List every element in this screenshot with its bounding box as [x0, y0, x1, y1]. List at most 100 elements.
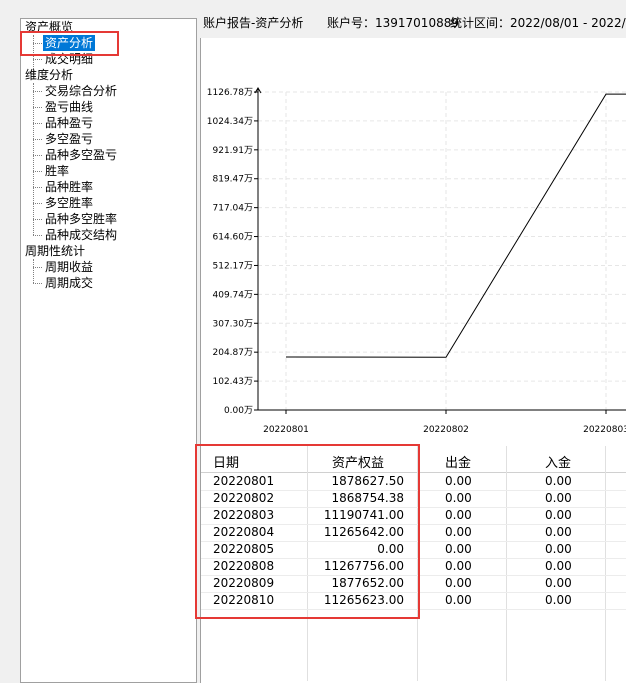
table-row[interactable]: 20220804 11265642.00 0.00 0.00 [201, 524, 626, 541]
cell-equity: 11267756.00 [323, 559, 404, 573]
cell-withdrawal: 0.00 [445, 525, 472, 539]
tree-connector [33, 107, 42, 108]
cell-equity: 11265642.00 [323, 525, 404, 539]
equity-line-chart: 0.00万 102.43万 204.87万 307.30万 409.74万 512.17万… [207, 87, 626, 435]
y-tick-label: 1126.78万 [207, 88, 253, 98]
tree-connector [33, 123, 42, 124]
tree-node-periodic-trades[interactable]: 周期成交 [45, 275, 93, 291]
cell-withdrawal: 0.00 [445, 474, 472, 488]
cell-withdrawal: 0.00 [445, 576, 472, 590]
cell-deposit: 0.00 [545, 491, 572, 505]
tree-node-periodic-stats[interactable]: 周期性统计 [25, 243, 85, 259]
cell-date: 20220801 [213, 474, 275, 488]
x-tick-label: 20220801 [263, 425, 309, 435]
tree-connector [33, 83, 34, 235]
y-tick-label: 614.60万 [213, 233, 254, 243]
cell-date: 20220805 [213, 542, 275, 556]
cell-date: 20220808 [213, 559, 275, 573]
tree-node-asset-overview[interactable]: 资产概览 [25, 19, 73, 35]
cell-deposit: 0.00 [545, 525, 572, 539]
cell-date: 20220809 [213, 576, 275, 590]
tree-connector [33, 59, 42, 60]
cell-withdrawal: 0.00 [445, 508, 472, 522]
cell-equity: 0.00 [377, 542, 404, 556]
tree-node-product-long-short-pnl[interactable]: 品种多空盈亏 [45, 147, 117, 163]
tree-connector [33, 155, 42, 156]
tree-node-long-short-pnl[interactable]: 多空盈亏 [45, 131, 93, 147]
cell-deposit: 0.00 [545, 508, 572, 522]
report-title: 账户报告-资产分析 [203, 16, 304, 30]
cell-equity: 1878627.50 [331, 474, 404, 488]
tree-node-dimension-analysis[interactable]: 维度分析 [25, 67, 73, 83]
tree-connector [33, 235, 42, 236]
header-withdrawal[interactable]: 出金 [445, 452, 471, 471]
y-tick-label: 819.47万 [213, 175, 254, 185]
tree-node-product-trade-structure[interactable]: 品种成交结构 [45, 227, 117, 243]
y-tick-label: 717.04万 [213, 204, 254, 214]
tree-node-asset-analysis[interactable]: 资产分析 [43, 35, 96, 51]
tree-connector [33, 219, 42, 220]
cell-deposit: 0.00 [545, 593, 572, 607]
equity-series-line [285, 93, 626, 358]
cell-date: 20220804 [213, 525, 275, 539]
chart-y-tick-labels: 0.00万 102.43万 204.87万 307.30万 409.74万 512.17万… [207, 88, 253, 416]
table-row[interactable]: 20220803 11190741.00 0.00 0.00 [201, 507, 626, 524]
chart-grid [254, 91, 626, 414]
tree-connector [33, 43, 42, 44]
cell-withdrawal: 0.00 [445, 491, 472, 505]
tree-node-win-rate[interactable]: 胜率 [45, 163, 69, 179]
cell-equity: 11265623.00 [323, 593, 404, 607]
cell-deposit: 0.00 [545, 474, 572, 488]
tree-node-product-long-short-win-rate[interactable]: 品种多空胜率 [45, 211, 117, 227]
y-tick-label: 1024.34万 [207, 117, 253, 127]
table-row[interactable]: 20220808 11267756.00 0.00 0.00 [201, 558, 626, 575]
table-row[interactable]: 20220802 1868754.38 0.00 0.00 [201, 490, 626, 507]
tree-connector [33, 91, 42, 92]
y-tick-label: 204.87万 [213, 348, 254, 358]
tree-connector [33, 171, 42, 172]
cell-withdrawal: 0.00 [445, 593, 472, 607]
table-header: 日期 资产权益 出金 入金 [201, 446, 626, 473]
tree-node-long-short-win-rate[interactable]: 多空胜率 [45, 195, 93, 211]
header-deposit[interactable]: 入金 [545, 452, 571, 471]
tree-node-periodic-returns[interactable]: 周期收益 [45, 259, 93, 275]
report-content: 0.00万 102.43万 204.87万 307.30万 409.74万 512.17万… [200, 38, 626, 683]
cell-equity: 1877652.00 [331, 576, 404, 590]
header-date[interactable]: 日期 [213, 452, 239, 471]
cell-deposit: 0.00 [545, 559, 572, 573]
chart-axes [254, 87, 626, 411]
tree-node-trade-detail[interactable]: 成交明细 [45, 51, 93, 67]
cell-deposit: 0.00 [545, 542, 572, 556]
statistics-period: 统计区间：2022/08/01 - 2022/08/1 [450, 16, 626, 30]
y-tick-label: 102.43万 [213, 377, 254, 387]
tree-connector [33, 139, 42, 140]
tree-node-trade-summary[interactable]: 交易综合分析 [45, 83, 117, 99]
cell-date: 20220802 [213, 491, 275, 505]
chart-x-tick-labels: 20220801 20220802 20220803 [263, 425, 626, 435]
cell-withdrawal: 0.00 [445, 559, 472, 573]
tree-connector [33, 203, 42, 204]
tree-connector [33, 259, 34, 283]
tree-connector [33, 187, 42, 188]
navigation-tree[interactable]: 资产概览 资产分析 成交明细 维度分析 交易综合分析 盈亏曲线 品种盈亏 多空盈… [20, 18, 197, 683]
tree-node-product-pnl[interactable]: 品种盈亏 [45, 115, 93, 131]
y-tick-label: 0.00万 [224, 406, 253, 416]
tree-node-product-win-rate[interactable]: 品种胜率 [45, 179, 93, 195]
x-tick-label: 20220802 [423, 425, 469, 435]
table-row[interactable]: 20220810 11265623.00 0.00 0.00 [201, 592, 626, 609]
table-row[interactable]: 20220805 0.00 0.00 0.00 [201, 541, 626, 558]
cell-deposit: 0.00 [545, 576, 572, 590]
y-tick-label: 921.91万 [213, 146, 254, 156]
y-tick-label: 409.74万 [213, 290, 254, 300]
x-tick-label: 20220803 [583, 425, 626, 435]
tree-node-pnl-curve[interactable]: 盈亏曲线 [45, 99, 93, 115]
table-row[interactable]: 20220801 1878627.50 0.00 0.00 [201, 473, 626, 490]
y-tick-label: 512.17万 [213, 261, 254, 271]
row-divider [201, 609, 626, 610]
table-row[interactable]: 20220809 1877652.00 0.00 0.00 [201, 575, 626, 592]
header-equity[interactable]: 资产权益 [332, 452, 384, 471]
cell-withdrawal: 0.00 [445, 542, 472, 556]
account-number: 账户号：13917010889 [327, 16, 459, 30]
tree-connector [33, 283, 42, 284]
tree-connector [33, 267, 42, 268]
